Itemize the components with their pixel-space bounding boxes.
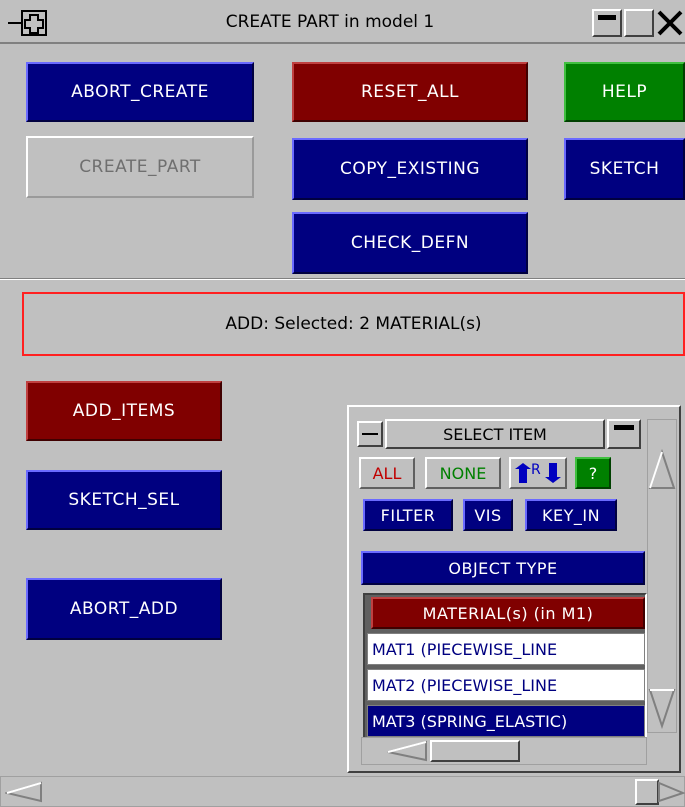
scroll-down-arrow-icon[interactable] — [648, 686, 676, 730]
copy-existing-button[interactable]: COPY_EXISTING — [292, 138, 528, 200]
sketch-button[interactable]: SKETCH — [564, 138, 685, 200]
separator — [0, 278, 685, 280]
check-defn-button[interactable]: CHECK_DEFN — [292, 212, 528, 274]
list-item-mat2[interactable]: MAT2 (PIECEWISE_LINE — [367, 669, 645, 701]
window-scroll-thumb[interactable] — [635, 779, 659, 805]
object-type-button[interactable]: OBJECT TYPE — [361, 551, 645, 585]
window-scroll-left-icon[interactable] — [5, 781, 45, 803]
select-none-button[interactable]: NONE — [425, 457, 501, 489]
object-list: MATERIAL(s) (in M1) MAT1 (PIECEWISE_LINE… — [363, 593, 647, 739]
window-title: CREATE PART in model 1 — [225, 12, 435, 32]
panel-title: SELECT ITEM — [385, 419, 605, 449]
list-item-mat1[interactable]: MAT1 (PIECEWISE_LINE — [367, 633, 645, 665]
title-bar: CREATE PART in model 1 — [0, 0, 685, 44]
list-item-mat3[interactable]: MAT3 (SPRING_ELASTIC) — [367, 705, 645, 737]
panel-horizontal-scrollbar[interactable] — [361, 737, 647, 765]
vis-button[interactable]: VIS — [463, 499, 513, 531]
select-help-button[interactable]: ? — [575, 457, 611, 489]
reverse-label: R — [531, 462, 541, 478]
abort-add-button[interactable]: ABORT_ADD — [26, 578, 222, 640]
panel-minimize-icon[interactable] — [607, 419, 641, 449]
window-scroll-right-icon[interactable] — [657, 781, 685, 803]
abort-create-button[interactable]: ABORT_CREATE — [26, 62, 254, 122]
reverse-selection-button[interactable]: R — [509, 457, 567, 489]
key-in-button[interactable]: KEY_IN — [525, 499, 617, 531]
select-all-button[interactable]: ALL — [359, 457, 415, 489]
maximize-icon[interactable] — [624, 9, 654, 37]
status-message: ADD: Selected: 2 MATERIAL(s) — [22, 292, 685, 356]
add-items-button[interactable]: ADD_ITEMS — [26, 381, 222, 441]
horizontal-scroll-thumb[interactable] — [430, 740, 520, 762]
panel-vertical-scrollbar[interactable] — [647, 419, 677, 733]
sketch-sel-button[interactable]: SKETCH_SEL — [26, 470, 222, 530]
panel-menu-icon[interactable] — [357, 421, 383, 447]
create-part-button[interactable]: CREATE_PART — [26, 136, 254, 198]
scroll-left-arrow-icon[interactable] — [386, 740, 430, 762]
window-menu-icon[interactable] — [8, 9, 50, 37]
close-icon[interactable] — [655, 9, 685, 37]
window-horizontal-scrollbar[interactable] — [0, 776, 685, 807]
minimize-icon[interactable] — [592, 9, 622, 37]
reset-all-button[interactable]: RESET_ALL — [292, 62, 528, 122]
select-item-panel: SELECT ITEM ALL NONE R ? FILTER VIS KEY_… — [347, 405, 681, 773]
filter-button[interactable]: FILTER — [363, 499, 453, 531]
help-button[interactable]: HELP — [564, 62, 685, 122]
scroll-up-arrow-icon[interactable] — [648, 448, 676, 492]
list-header: MATERIAL(s) (in M1) — [371, 597, 645, 629]
